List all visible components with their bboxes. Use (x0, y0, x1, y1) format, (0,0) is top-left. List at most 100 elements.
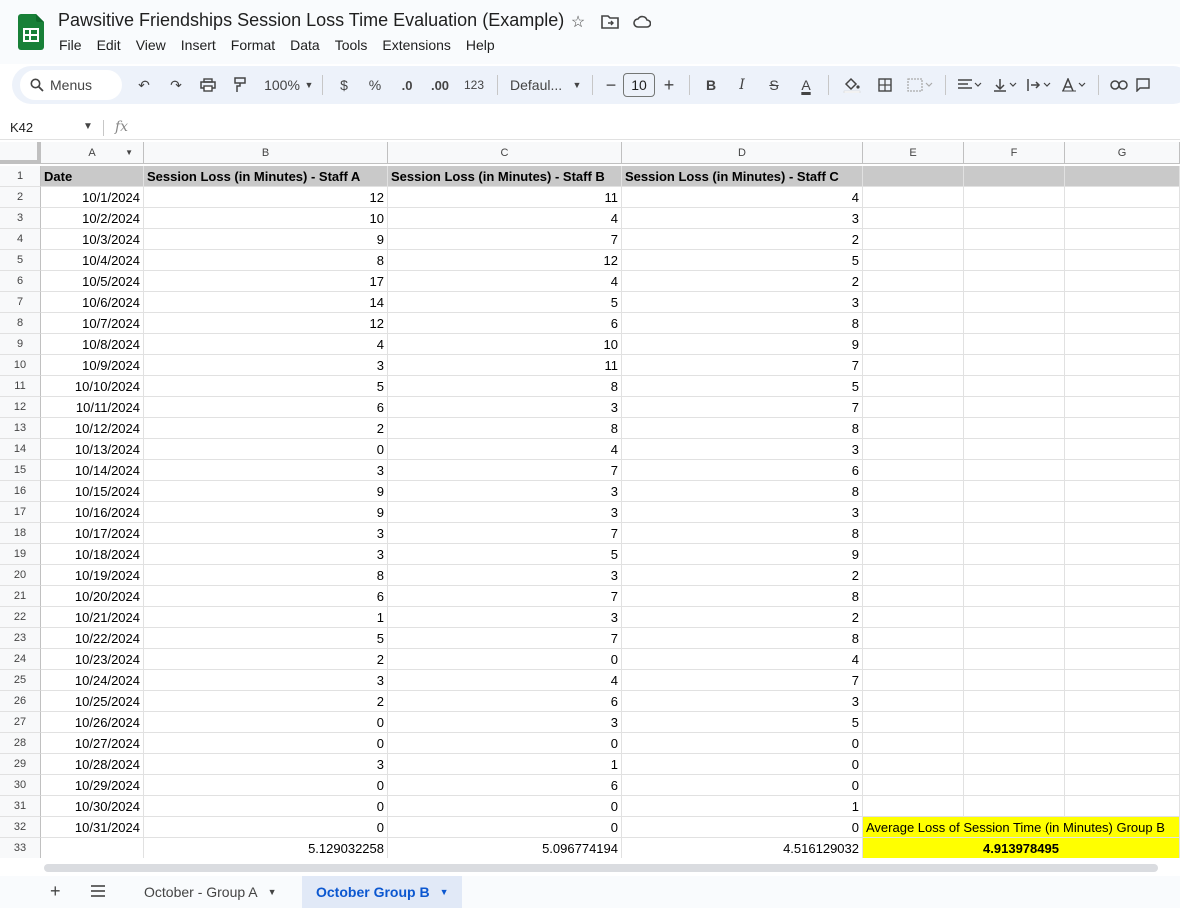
empty-cell[interactable] (863, 544, 964, 565)
row-header[interactable]: 33 (0, 838, 41, 858)
value-cell[interactable]: 8 (622, 418, 863, 439)
value-cell[interactable]: 9 (622, 544, 863, 565)
horizontal-align-icon[interactable] (952, 71, 988, 99)
row-header[interactable]: 26 (0, 691, 41, 712)
row-header[interactable]: 3 (0, 208, 41, 229)
add-sheet-icon[interactable]: + (50, 881, 61, 902)
value-cell[interactable]: 1 (622, 796, 863, 817)
value-cell[interactable]: 2 (622, 229, 863, 250)
value-cell[interactable]: 0 (622, 733, 863, 754)
value-cell[interactable]: 3 (622, 292, 863, 313)
value-cell[interactable]: 3 (388, 397, 622, 418)
font-dropdown-icon[interactable]: ▼ (568, 71, 586, 99)
value-cell[interactable]: 7 (622, 670, 863, 691)
menus-search[interactable]: Menus (20, 70, 122, 100)
empty-cell[interactable] (964, 628, 1065, 649)
row-header[interactable]: 23 (0, 628, 41, 649)
value-cell[interactable]: 3 (388, 565, 622, 586)
sheets-logo-icon[interactable] (18, 14, 44, 50)
date-cell[interactable]: 10/5/2024 (41, 271, 144, 292)
average-cell[interactable]: 4.516129032 (622, 838, 863, 858)
value-cell[interactable]: 1 (144, 607, 388, 628)
empty-cell[interactable] (964, 796, 1065, 817)
column-title-cell[interactable]: Session Loss (in Minutes) - Staff A (144, 166, 388, 187)
date-cell[interactable]: 10/30/2024 (41, 796, 144, 817)
value-cell[interactable]: 9 (622, 334, 863, 355)
average-cell[interactable] (41, 838, 144, 858)
date-cell[interactable]: 10/11/2024 (41, 397, 144, 418)
row-header[interactable]: 10 (0, 355, 41, 376)
empty-cell[interactable] (1065, 712, 1180, 733)
date-cell[interactable]: 10/31/2024 (41, 817, 144, 838)
value-cell[interactable]: 2 (622, 565, 863, 586)
value-cell[interactable]: 10 (388, 334, 622, 355)
date-cell[interactable]: 10/27/2024 (41, 733, 144, 754)
value-cell[interactable]: 0 (144, 796, 388, 817)
date-cell[interactable]: 10/19/2024 (41, 565, 144, 586)
value-cell[interactable]: 3 (144, 670, 388, 691)
summary-value-cell[interactable]: 4.913978495 (863, 838, 1180, 858)
empty-cell[interactable] (964, 712, 1065, 733)
date-cell[interactable]: 10/29/2024 (41, 775, 144, 796)
date-cell[interactable]: 10/4/2024 (41, 250, 144, 271)
empty-cell[interactable] (863, 355, 964, 376)
value-cell[interactable]: 8 (144, 250, 388, 271)
empty-cell[interactable] (1065, 775, 1180, 796)
menu-file[interactable]: File (59, 37, 82, 53)
number-format-button[interactable]: 123 (457, 71, 491, 99)
value-cell[interactable]: 6 (388, 775, 622, 796)
menu-extensions[interactable]: Extensions (382, 37, 450, 53)
column-header-f[interactable]: F (964, 142, 1065, 164)
value-cell[interactable]: 2 (144, 649, 388, 670)
empty-cell[interactable] (964, 733, 1065, 754)
row-header[interactable]: 6 (0, 271, 41, 292)
value-cell[interactable]: 8 (144, 565, 388, 586)
empty-cell[interactable] (964, 691, 1065, 712)
empty-cell[interactable] (964, 775, 1065, 796)
empty-cell[interactable] (964, 313, 1065, 334)
empty-cell[interactable] (964, 397, 1065, 418)
empty-cell[interactable] (1065, 271, 1180, 292)
empty-cell[interactable] (1065, 691, 1180, 712)
name-box[interactable]: K42 (10, 120, 33, 135)
value-cell[interactable]: 3 (388, 481, 622, 502)
value-cell[interactable]: 6 (388, 313, 622, 334)
value-cell[interactable]: 3 (388, 607, 622, 628)
empty-cell[interactable] (863, 187, 964, 208)
row-header[interactable]: 21 (0, 586, 41, 607)
empty-cell[interactable] (863, 250, 964, 271)
column-header-e[interactable]: E (863, 142, 964, 164)
font-size-input[interactable]: 10 (623, 73, 655, 97)
empty-cell[interactable] (964, 229, 1065, 250)
empty-cell[interactable] (1065, 250, 1180, 271)
value-cell[interactable]: 4 (388, 271, 622, 292)
value-cell[interactable]: 4 (388, 670, 622, 691)
date-cell[interactable]: 10/26/2024 (41, 712, 144, 733)
empty-cell[interactable] (1065, 628, 1180, 649)
menu-format[interactable]: Format (231, 37, 275, 53)
value-cell[interactable]: 6 (144, 586, 388, 607)
value-cell[interactable]: 9 (144, 229, 388, 250)
value-cell[interactable]: 0 (144, 775, 388, 796)
date-cell[interactable]: 10/1/2024 (41, 187, 144, 208)
value-cell[interactable]: 5 (144, 376, 388, 397)
value-cell[interactable]: 7 (388, 523, 622, 544)
empty-cell[interactable] (1065, 334, 1180, 355)
value-cell[interactable]: 3 (144, 523, 388, 544)
menu-tools[interactable]: Tools (335, 37, 368, 53)
column-filter-dropdown-icon[interactable]: ▼ (125, 148, 133, 157)
cloud-status-icon[interactable] (632, 12, 652, 32)
row-header[interactable]: 17 (0, 502, 41, 523)
vertical-align-icon[interactable] (988, 71, 1022, 99)
value-cell[interactable]: 9 (144, 502, 388, 523)
date-cell[interactable]: 10/12/2024 (41, 418, 144, 439)
value-cell[interactable]: 12 (144, 313, 388, 334)
value-cell[interactable]: 0 (144, 712, 388, 733)
value-cell[interactable]: 10 (144, 208, 388, 229)
value-cell[interactable]: 17 (144, 271, 388, 292)
value-cell[interactable]: 3 (622, 502, 863, 523)
zoom-select[interactable]: 100% (262, 71, 302, 99)
average-cell[interactable]: 5.129032258 (144, 838, 388, 858)
value-cell[interactable]: 5 (622, 712, 863, 733)
empty-cell[interactable] (1065, 754, 1180, 775)
